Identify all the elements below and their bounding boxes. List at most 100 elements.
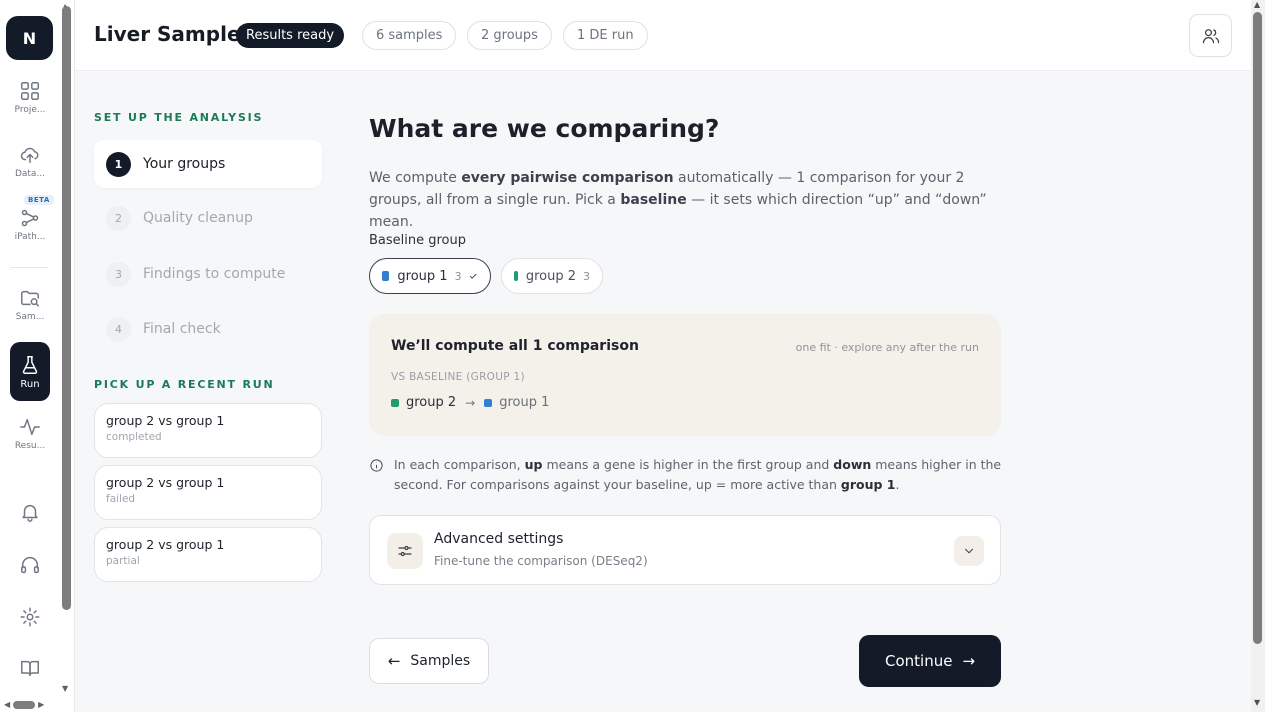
docs-button[interactable] [0, 657, 60, 679]
bell-icon [22, 504, 38, 522]
comparison-summary: We’ll compute all 1 comparison one fit ·… [369, 314, 1001, 436]
direction-explanation: In each comparison, up means a gene is h… [394, 455, 1034, 495]
step-label: Final check [143, 321, 221, 337]
rail-item-ipath[interactable]: iPath... [0, 207, 60, 242]
info-text-bold: up [524, 457, 543, 472]
scroll-down-icon[interactable]: ▼ [1254, 698, 1260, 707]
book-icon [21, 660, 39, 677]
group-1-swatch [484, 398, 493, 407]
recent-run-card[interactable]: group 2 vs group 1 completed [94, 403, 322, 458]
rail-horizontal-scrollbar[interactable]: ◀ ▶ [4, 700, 44, 709]
continue-button[interactable]: Continue → [859, 635, 1001, 687]
recent-run-card[interactable]: group 2 vs group 1 partial [94, 527, 322, 582]
summary-subtitle: VS BASELINE (GROUP 1) [391, 371, 525, 383]
settings-button[interactable] [0, 606, 60, 628]
step-quality-cleanup[interactable]: 2 Quality cleanup [94, 194, 322, 242]
run-status: failed [106, 493, 136, 505]
step-findings-to-compute[interactable]: 3 Findings to compute [94, 250, 322, 298]
intro-text-part: We compute [369, 170, 462, 186]
group-2-swatch [391, 398, 399, 407]
intro-text: We compute every pairwise comparison aut… [369, 167, 1009, 233]
sliders-icon [387, 533, 423, 569]
rail-label: Data... [14, 169, 46, 179]
rail-item-samples[interactable]: Sam... [0, 287, 60, 322]
chip-label: group 1 [397, 268, 448, 284]
info-text-bold: group 1 [840, 477, 896, 492]
comparison-pair: group 2 → group 1 [391, 395, 549, 410]
back-to-samples-button[interactable]: ← Samples [369, 638, 489, 684]
step-number: 2 [106, 205, 131, 231]
scroll-right-icon[interactable]: ▶ [38, 700, 44, 709]
info-text-part: . [895, 477, 900, 492]
beta-badge: BETA [24, 195, 54, 205]
step-your-groups[interactable]: 1 Your groups [94, 140, 322, 188]
grid-icon [21, 82, 39, 100]
rail-item-data[interactable]: Data... [0, 144, 60, 179]
comparison-from: group 2 [406, 395, 457, 410]
samples-count-pill[interactable]: 6 samples [362, 21, 457, 50]
rail-item-results[interactable]: Resu... [0, 416, 60, 451]
rail-label: iPath... [14, 232, 46, 242]
summary-title: We’ll compute all 1 comparison [391, 338, 639, 354]
status-badge: Results ready [236, 23, 345, 48]
intro-text-bold: every pairwise comparison [461, 170, 674, 186]
rail-scrollbar[interactable] [62, 6, 71, 610]
recent-run-card[interactable]: group 2 vs group 1 failed [94, 465, 322, 520]
back-button-label: Samples [410, 653, 471, 669]
chevron-down-icon [964, 548, 974, 554]
baseline-chip-group-2[interactable]: group 2 3 [501, 258, 603, 294]
scroll-thumb[interactable] [1253, 12, 1262, 644]
page-title: What are we comparing? [369, 114, 720, 143]
scroll-left-icon[interactable]: ◀ [4, 700, 10, 709]
app-logo[interactable]: N [6, 16, 53, 60]
baseline-label: Baseline group [369, 233, 467, 248]
page-scrollbar[interactable]: ▲ ▼ [1251, 0, 1265, 712]
project-title: Liver Sample [94, 22, 241, 46]
de-runs-pill[interactable]: 1 DE run [563, 21, 648, 50]
step-final-check[interactable]: 4 Final check [94, 305, 322, 353]
continue-button-label: Continue [884, 652, 953, 670]
collaborators-button[interactable] [1189, 14, 1232, 57]
groups-count-pill[interactable]: 2 groups [467, 21, 552, 50]
check-icon [469, 273, 477, 279]
content-area: SET UP THE ANALYSIS 1 Your groups 2 Qual… [75, 71, 1251, 712]
info-text-bold: down [833, 457, 872, 472]
rail-label: Run [20, 378, 40, 390]
rail-item-projects[interactable]: Proje... [0, 80, 60, 115]
rail-item-run[interactable]: Run [10, 342, 50, 401]
people-icon [1202, 28, 1219, 43]
info-icon [370, 459, 383, 472]
scroll-up-icon[interactable]: ▲ [1254, 0, 1260, 9]
step-number: 3 [106, 261, 131, 287]
support-button[interactable] [0, 554, 60, 576]
arrow-right-icon: → [465, 395, 476, 410]
run-name: group 2 vs group 1 [106, 475, 225, 490]
chip-label: group 2 [525, 268, 576, 284]
comparison-to: group 1 [499, 395, 550, 410]
info-text-part: means a gene is higher in the first grou… [542, 457, 834, 472]
rail-label: Sam... [15, 312, 45, 322]
step-number: 4 [106, 316, 131, 342]
advanced-settings-panel[interactable]: Advanced settings Fine-tune the comparis… [369, 515, 1001, 585]
folder-search-icon [21, 290, 39, 307]
notifications-button[interactable] [0, 501, 60, 523]
run-name: group 2 vs group 1 [106, 537, 225, 552]
run-status: completed [106, 431, 162, 443]
advanced-settings-subtitle: Fine-tune the comparison (DESeq2) [434, 554, 648, 568]
page-header: Liver Sample Results ready 6 samples 2 g… [75, 0, 1251, 71]
pathway-icon [21, 209, 39, 227]
arrow-left-icon: ← [387, 652, 401, 670]
group-2-swatch [514, 271, 518, 281]
scroll-thumb[interactable] [13, 700, 36, 709]
flask-icon [22, 355, 38, 374]
baseline-chip-group-1[interactable]: group 1 3 [369, 258, 491, 294]
intro-text-bold: baseline [620, 192, 687, 208]
run-name: group 2 vs group 1 [106, 413, 225, 428]
expand-advanced-button[interactable] [954, 536, 984, 566]
arrow-right-icon: → [962, 652, 976, 670]
chip-count: 3 [583, 269, 590, 283]
step-label: Your groups [143, 156, 226, 172]
setup-section-title: SET UP THE ANALYSIS [94, 111, 264, 124]
rail-scroll-down-icon[interactable]: ▼ [62, 684, 68, 693]
pulse-icon [20, 418, 40, 436]
